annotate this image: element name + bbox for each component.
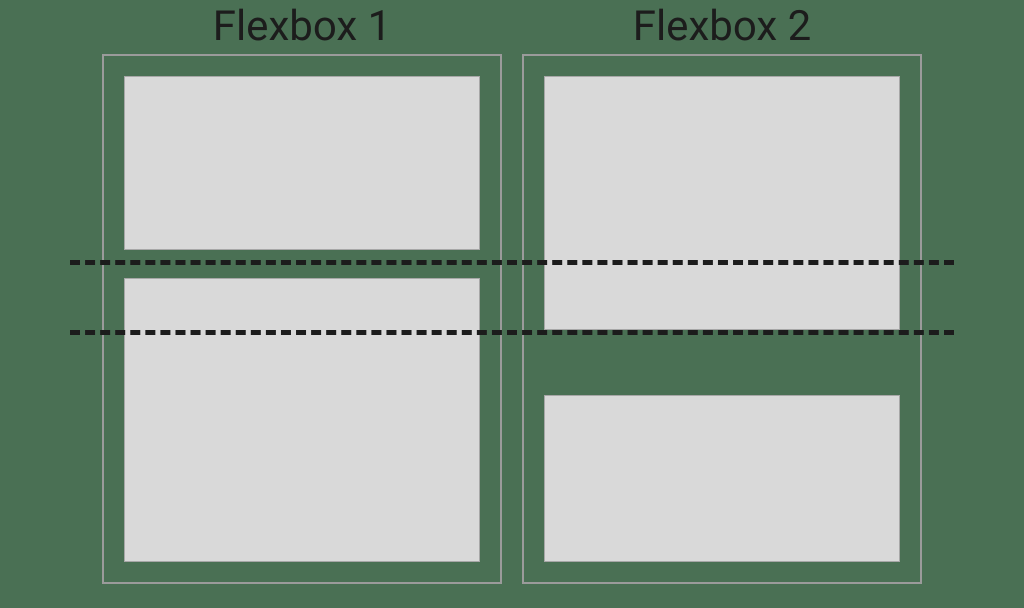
flexbox-1-container bbox=[102, 54, 502, 584]
flexbox-2-item-1 bbox=[544, 76, 900, 330]
diagram-stage: Flexbox 1 Flexbox 2 bbox=[102, 0, 922, 608]
guide-line-2 bbox=[70, 330, 954, 335]
guide-line-1 bbox=[70, 260, 954, 265]
flexbox-1-column: Flexbox 1 bbox=[102, 0, 502, 608]
flexbox-1-item-1 bbox=[124, 76, 480, 250]
flexbox-2-item-2 bbox=[544, 395, 900, 562]
flexbox-2-container bbox=[522, 54, 922, 584]
flexbox-1-title: Flexbox 1 bbox=[102, 0, 502, 54]
flexbox-2-title: Flexbox 2 bbox=[522, 0, 922, 54]
flexbox-1-item-2 bbox=[124, 278, 480, 562]
flexbox-2-column: Flexbox 2 bbox=[522, 0, 922, 608]
